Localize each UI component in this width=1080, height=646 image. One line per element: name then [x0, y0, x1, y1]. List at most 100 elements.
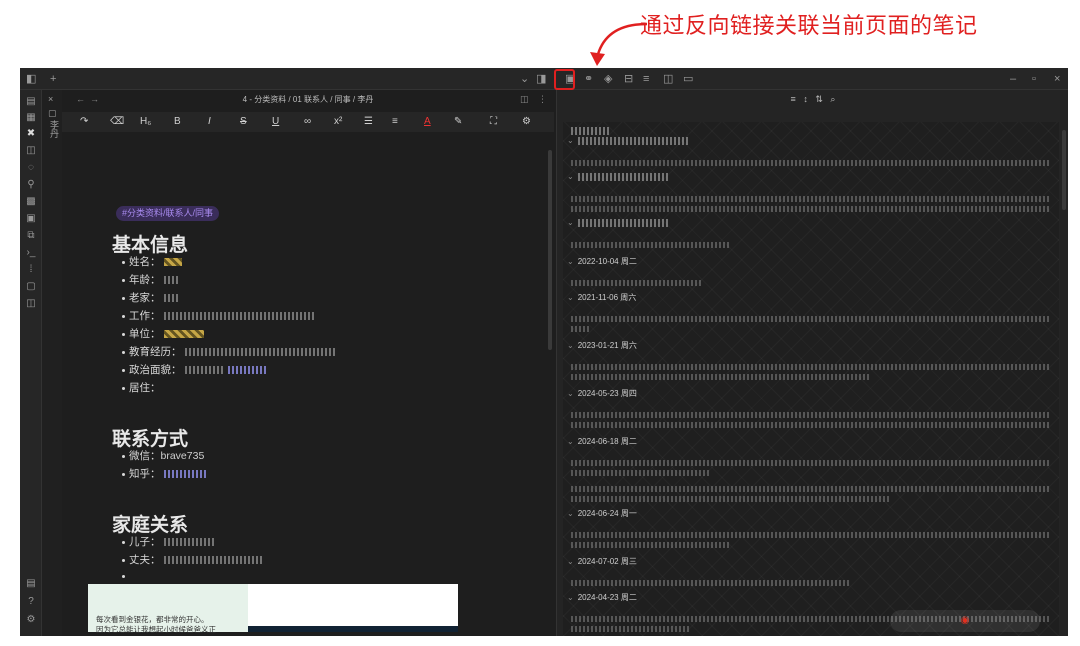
- more-options-icon[interactable]: ⋮: [538, 94, 547, 105]
- vertical-tab-label[interactable]: 李丹: [48, 120, 61, 138]
- backlink-group[interactable]: ⌄: [567, 172, 668, 181]
- field-age: 年龄：: [122, 272, 180, 287]
- field-hometown: 老家：: [122, 290, 180, 305]
- embedded-image-card: 每次看到金银花，都非常的开心。 因为它总能让我想起小时候爸爸义正: [88, 584, 458, 634]
- bold-button[interactable]: B: [174, 115, 181, 129]
- sort-icon[interactable]: ↕: [803, 94, 808, 104]
- align-icon[interactable]: ≡: [392, 115, 398, 129]
- pin-icon: ◉: [960, 615, 970, 626]
- settings-icon[interactable]: ⚙: [25, 614, 37, 625]
- backlink-group[interactable]: ⌄ 2021-11-06 周六: [567, 292, 636, 303]
- split-view-icon[interactable]: ◨: [536, 71, 546, 87]
- superscript-icon[interactable]: x²: [334, 115, 342, 129]
- close-icon[interactable]: ×: [1054, 71, 1060, 87]
- comment-icon[interactable]: ▭: [683, 71, 693, 87]
- collapse-icon[interactable]: ≡: [791, 94, 796, 104]
- book-icon[interactable]: ◫: [663, 71, 673, 87]
- sidebar-toggle-icon[interactable]: ◧: [26, 71, 36, 87]
- outline-icon[interactable]: ≡: [643, 71, 649, 87]
- field-political: 政治面貌：: [122, 362, 268, 377]
- strikethrough-button[interactable]: S: [240, 115, 247, 129]
- empty-list-item: [122, 570, 129, 582]
- backlink-group[interactable]: ⌄ 2023-01-21 周六: [567, 340, 637, 351]
- heading-button[interactable]: H₆: [140, 115, 151, 129]
- files-icon[interactable]: ▤: [25, 96, 37, 107]
- backlink-snippet: [571, 480, 1051, 492]
- backlink-snippet: [571, 320, 1051, 332]
- backlinks-icon[interactable]: ⚭: [584, 71, 593, 87]
- backlink-snippet: [571, 464, 1051, 476]
- backlink-group[interactable]: ⌄ 2024-06-24 周一: [567, 508, 637, 519]
- backlink-group[interactable]: ⌄: [567, 218, 668, 227]
- backlink-group[interactable]: ⌄: [567, 136, 688, 145]
- title-bar: ◧ + ⌄ ◨ ▣ ⚭ ◈ ⊟ ≡ ◫ ▭ – ▫ ×: [20, 68, 1068, 90]
- archive-icon[interactable]: ⊟: [624, 71, 633, 87]
- copy-icon[interactable]: ⧉: [25, 230, 37, 241]
- terminal-icon[interactable]: ›_: [25, 247, 37, 258]
- backlink-snippet: [571, 358, 1051, 370]
- screenshot-root: 通过反向链接关联当前页面的笔记 ◧ + ⌄ ◨ ▣ ⚭ ◈ ⊟ ≡ ◫ ▭ – …: [0, 0, 1080, 646]
- filter-icon[interactable]: ⇅: [815, 94, 823, 104]
- watermark-badge: ◉: [890, 610, 1040, 632]
- backlinks-toolbar: ≡ ↕ ⇅ ⌕: [557, 94, 1068, 105]
- backlink-group[interactable]: ⌄ 2024-04-23 周二: [567, 592, 637, 603]
- italic-button[interactable]: I: [208, 115, 211, 129]
- backlink-snippet: [571, 190, 1051, 202]
- close-tab-icon[interactable]: ×: [48, 94, 53, 104]
- editor-scrollbar[interactable]: [548, 150, 552, 350]
- backlink-snippet: [571, 274, 1051, 286]
- backlink-group[interactable]: ⌄ 2024-05-23 周四: [567, 388, 637, 399]
- reading-view-icon[interactable]: ◫: [520, 94, 529, 105]
- backlink-group[interactable]: ⌄ 2022-10-04 周二: [567, 256, 637, 267]
- chat-icon[interactable]: ▢: [25, 281, 37, 292]
- backlink-group[interactable]: ⌄ 2024-06-18 周二: [567, 436, 637, 447]
- section-title-contact: 联系方式: [112, 429, 189, 450]
- editor-pane: ← → 4 - 分类资料 / 01 联系人 / 同事 / 李丹 ◫ ⋮ ↷ ⌫ …: [62, 90, 554, 636]
- reading-icon[interactable]: ◫: [25, 145, 37, 156]
- dashboard-icon[interactable]: ▦: [25, 112, 37, 123]
- sync-icon[interactable]: ◌: [25, 162, 37, 173]
- help-icon[interactable]: ?: [25, 596, 37, 607]
- highlight-icon[interactable]: ✎: [454, 115, 462, 129]
- new-tab-icon[interactable]: +: [50, 71, 56, 87]
- field-zhihu: 知乎：: [122, 466, 208, 481]
- backlink-snippet: [571, 536, 1051, 548]
- backlink-snippet: [571, 490, 1051, 502]
- tools-icon[interactable]: ✖: [25, 128, 37, 139]
- obsidian-window: ◧ + ⌄ ◨ ▣ ⚭ ◈ ⊟ ≡ ◫ ▭ – ▫ × ▤ ▦ ✖ ◫ ◌ ⚲ …: [20, 68, 1068, 636]
- chevron-down-icon[interactable]: ⌄: [520, 71, 529, 87]
- underline-button[interactable]: U: [272, 115, 279, 129]
- fullscreen-icon[interactable]: ⛶: [490, 115, 497, 129]
- backlink-group[interactable]: ⌄ 2024-07-02 周三: [567, 556, 637, 567]
- redo-icon[interactable]: ↷: [80, 115, 88, 129]
- font-color-icon[interactable]: A: [424, 115, 431, 129]
- field-name: 姓名：: [122, 254, 182, 269]
- backlinks-scrollbar[interactable]: [1062, 130, 1066, 210]
- settings-icon[interactable]: ⚙: [522, 115, 531, 129]
- help-docs-icon[interactable]: ▤: [25, 578, 37, 589]
- grid-icon[interactable]: ▩: [25, 196, 37, 207]
- breadcrumb[interactable]: 4 - 分类资料 / 01 联系人 / 同事 / 李丹: [62, 94, 554, 105]
- eraser-icon[interactable]: ⌫: [110, 115, 124, 129]
- minimize-icon[interactable]: –: [1010, 71, 1016, 87]
- graph-icon[interactable]: ⚲: [25, 179, 37, 190]
- wechat-value: brave735: [160, 450, 205, 462]
- backlink-snippet: [571, 236, 1051, 248]
- vertical-tab-strip: × ▢ 李丹: [42, 90, 62, 636]
- field-wechat: 微信：brave735: [122, 448, 204, 463]
- left-ribbon: ▤ ▦ ✖ ◫ ◌ ⚲ ▩ ▣ ⧉ ›_ ⁞ ▢ ◫ ▤ ? ⚙: [20, 90, 42, 636]
- tag-icon[interactable]: ◈: [604, 71, 612, 87]
- field-husband: 丈夫：: [122, 552, 264, 567]
- format-toolbar: ↷ ⌫ H₆ B I S U ∞ x² ☰ ≡ A ✎ ⛶ ⚙: [62, 112, 554, 132]
- field-son: 儿子：: [122, 534, 214, 549]
- binary-icon[interactable]: ⁞: [25, 264, 37, 275]
- calendar-icon[interactable]: ▣: [25, 213, 37, 224]
- book-icon[interactable]: ◫: [25, 298, 37, 309]
- backlink-snippet: [571, 574, 1051, 586]
- link-icon[interactable]: ∞: [304, 115, 311, 129]
- search-icon[interactable]: ⌕: [830, 94, 835, 104]
- maximize-icon[interactable]: ▫: [1032, 71, 1036, 87]
- list-icon[interactable]: ☰: [364, 115, 373, 129]
- card-line-2: 因为它总能让我想起小时候爸爸义正: [96, 625, 216, 634]
- note-tag[interactable]: #分类资料/联系人/同事: [116, 206, 220, 221]
